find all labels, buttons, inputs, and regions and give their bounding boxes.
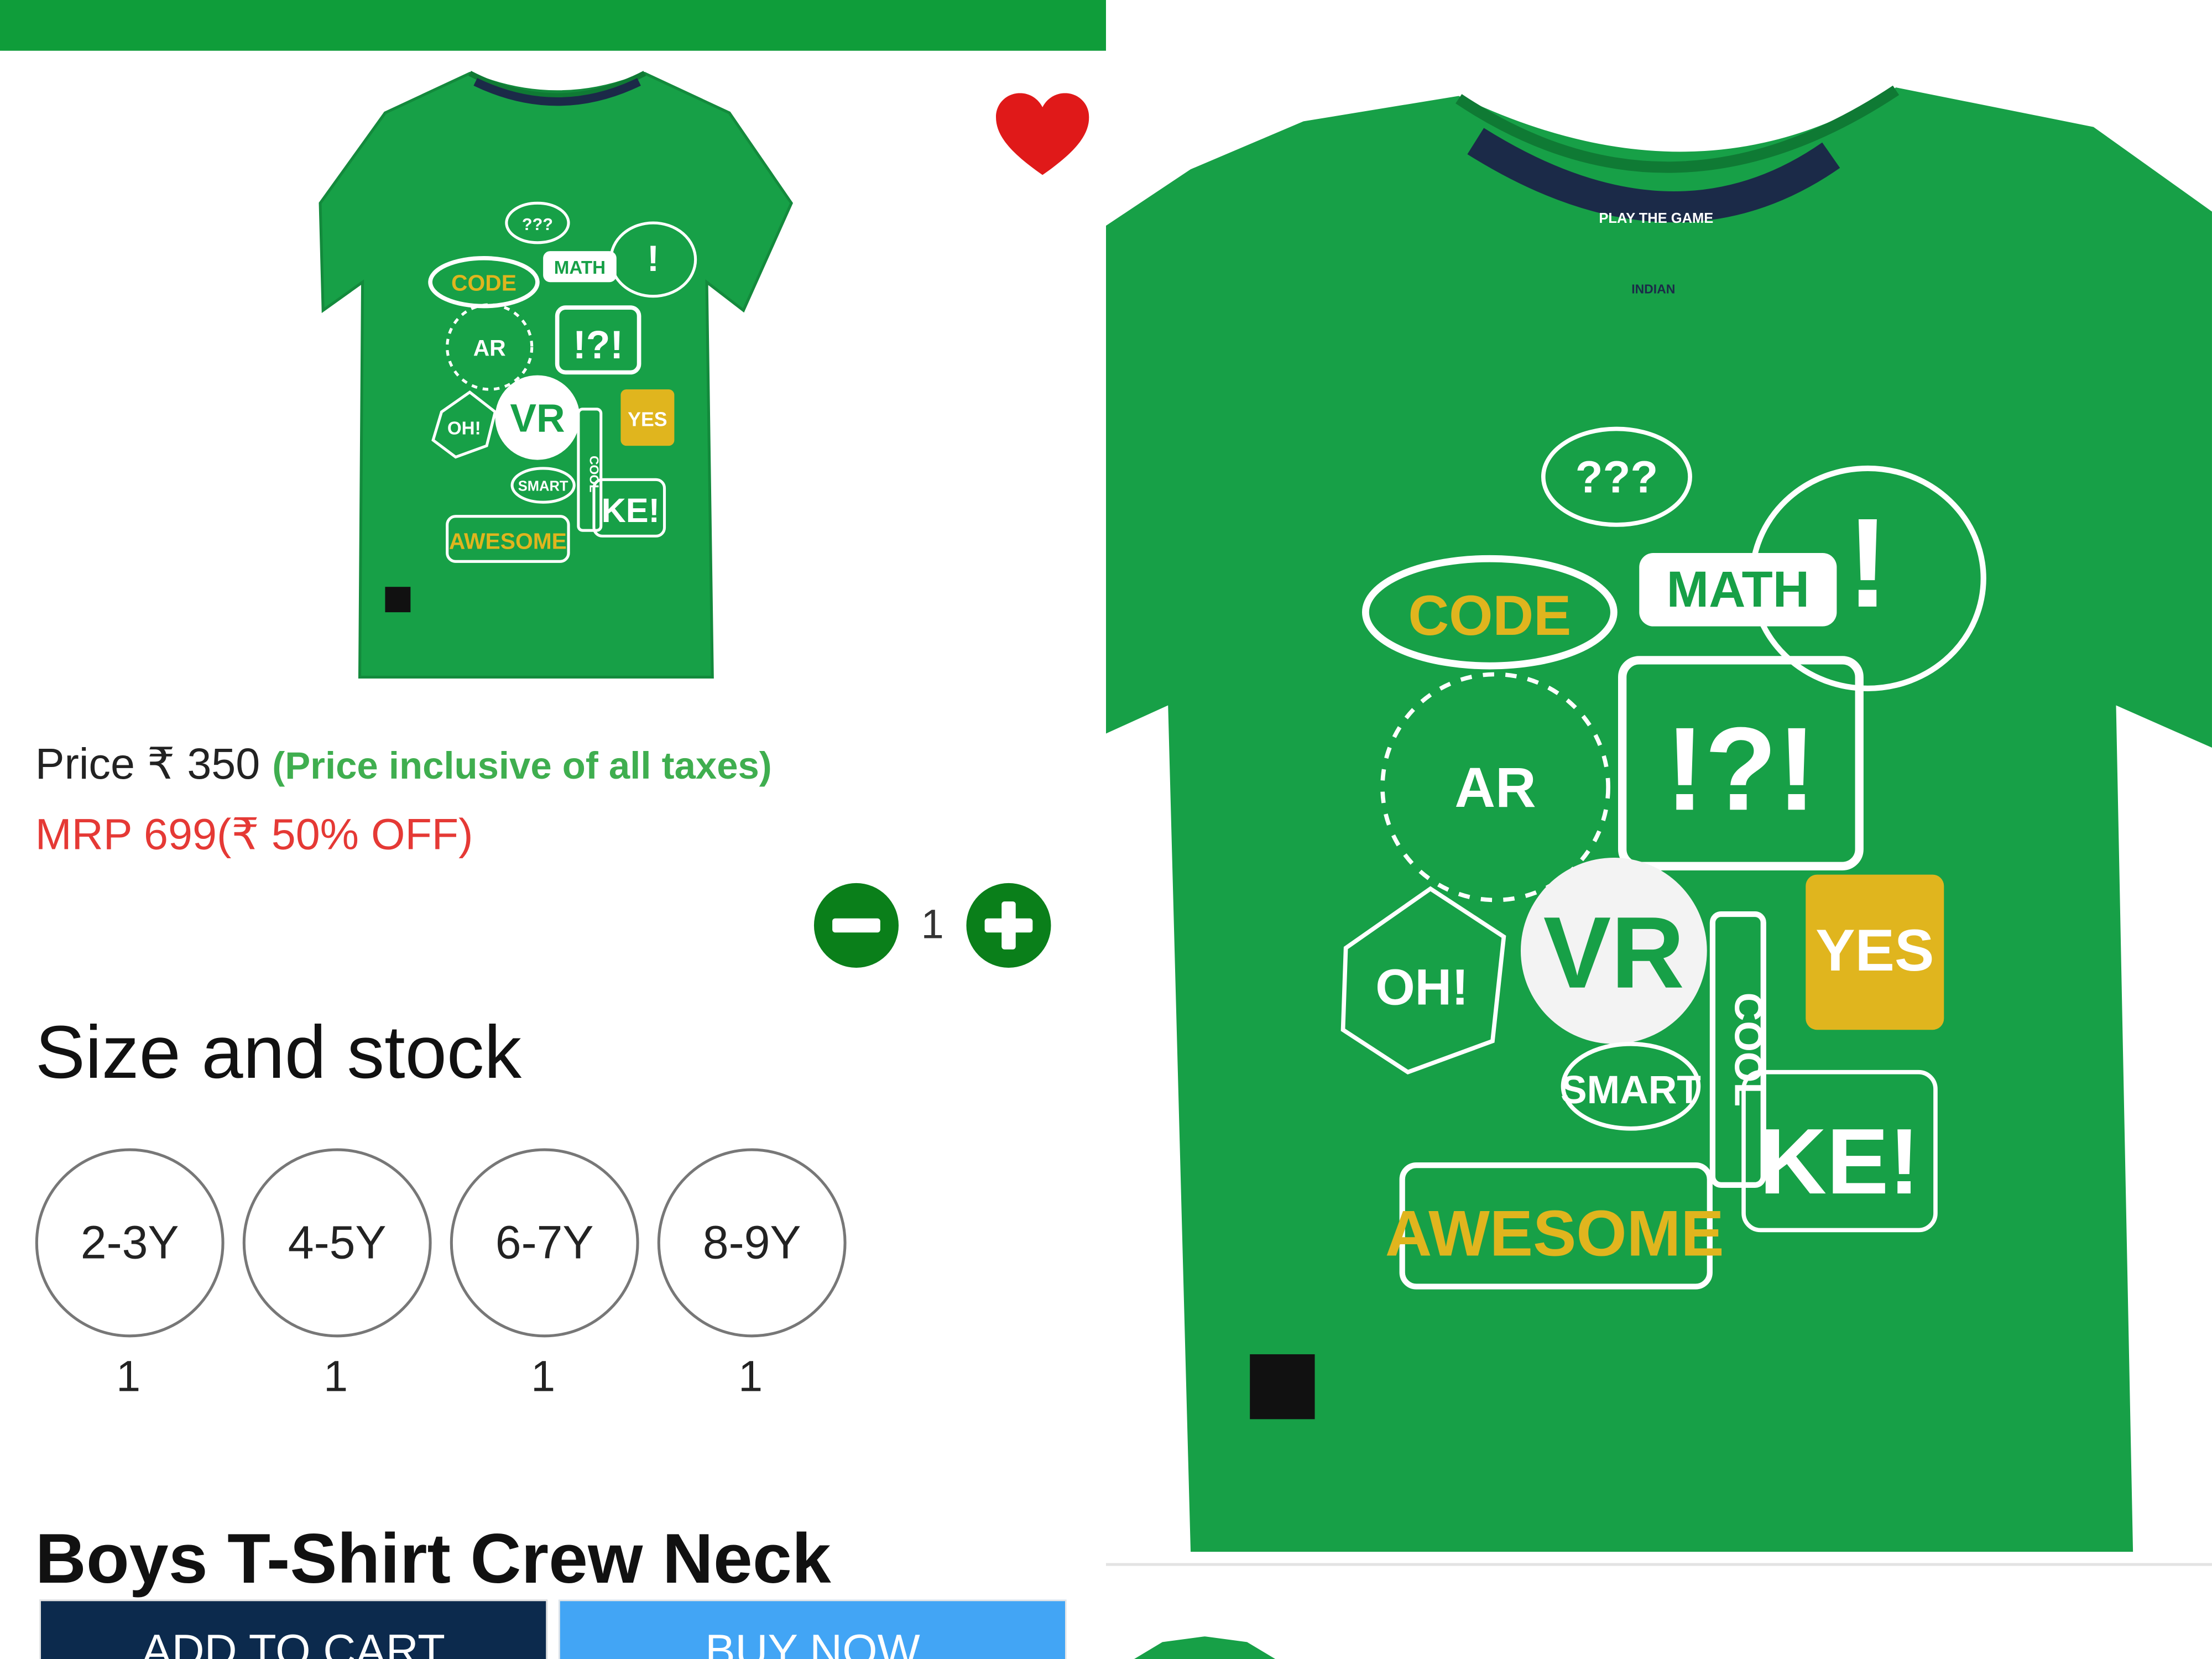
print-word: AWESOME	[449, 528, 567, 554]
print-word: COOL	[1726, 993, 1771, 1107]
print-word: KE!	[1760, 1109, 1920, 1213]
plus-circle-icon[interactable]	[966, 883, 1051, 968]
print-word: MATH	[1667, 561, 1809, 618]
product-detail-panel: ??? CODE MATH ! AR !?! VR YES OH! SMART …	[0, 50, 1106, 1659]
quantity-value: 1	[921, 902, 944, 948]
next-image-thumbnail[interactable]	[1134, 1636, 1276, 1659]
product-screen: ??? CODE MATH ! AR !?! VR YES OH! SMART …	[0, 0, 2212, 1659]
size-and-stock-heading: Size and stock	[35, 1011, 522, 1095]
size-label[interactable]: 6-7Y	[450, 1148, 639, 1338]
product-title: Boys T-Shirt Crew Neck	[35, 1512, 1106, 1605]
size-stock: 1	[738, 1351, 763, 1401]
add-to-cart-button[interactable]: ADD TO CART	[39, 1599, 547, 1659]
print-word: YES	[1815, 917, 1934, 983]
print-word: OH!	[447, 419, 481, 439]
print-word: AR	[473, 335, 506, 361]
size-option[interactable]: 8-9Y 1	[657, 1148, 847, 1402]
print-word: !?!	[1665, 703, 1817, 835]
size-stock: 1	[324, 1351, 348, 1401]
discount-text: 50% OFF)	[271, 810, 473, 859]
product-title-text: Boys T-Shirt Crew Neck	[35, 1519, 831, 1599]
print-word: COOL	[587, 456, 601, 492]
size-stock: 1	[116, 1351, 141, 1401]
price-value: 350	[187, 739, 260, 789]
size-option[interactable]: 2-3Y 1	[35, 1148, 225, 1402]
thumbnail-shirt	[319, 71, 794, 679]
price-row: Price ₹ 350 (Price inclusive of all taxe…	[35, 739, 772, 790]
product-thumbnail-image[interactable]: ??? CODE MATH ! AR !?! VR YES OH! SMART …	[317, 56, 797, 683]
buy-now-label: BUY NOW	[705, 1625, 920, 1659]
size-option[interactable]: 6-7Y 1	[450, 1148, 639, 1402]
print-word: ???	[1575, 452, 1658, 502]
image-divider	[1105, 1563, 2212, 1566]
print-word: KE!	[602, 492, 660, 529]
print-word: VR	[1543, 896, 1684, 1009]
size-option[interactable]: 4-5Y 1	[242, 1148, 432, 1402]
print-word: SMART	[1561, 1068, 1701, 1112]
wishlist-heart-icon[interactable]	[996, 93, 1089, 178]
print-word: VR	[510, 397, 565, 441]
product-large-image[interactable]: ??? CODE MATH ! AR !?! VR YES OH! SMART …	[1105, 0, 2212, 1563]
print-word: !	[1846, 492, 1888, 634]
add-to-cart-label: ADD TO CART	[142, 1625, 446, 1659]
print-word: MATH	[554, 258, 606, 278]
print-word: ???	[522, 215, 553, 234]
mrp-text: MRP 699(	[35, 810, 232, 859]
price-tax-note: (Price inclusive of all taxes)	[272, 744, 772, 787]
rupee-icon: ₹	[231, 810, 259, 859]
collar-text: PLAY THE GAME	[1599, 211, 1713, 226]
mrp-row: MRP 699(₹ 50% OFF)	[35, 810, 473, 860]
price-label: Price	[35, 739, 135, 789]
print-word: !	[647, 238, 659, 279]
rupee-icon: ₹	[147, 739, 175, 789]
print-word: YES	[628, 408, 667, 430]
print-word: AWESOME	[1385, 1197, 1724, 1269]
print-word: SMART	[518, 479, 568, 494]
buy-now-button[interactable]: BUY NOW	[559, 1599, 1067, 1659]
size-label[interactable]: 2-3Y	[35, 1148, 225, 1338]
print-word: CODE	[1408, 584, 1571, 647]
product-image-viewer: ??? CODE MATH ! AR !?! VR YES OH! SMART …	[1105, 0, 2212, 1659]
print-word: OH!	[1375, 959, 1468, 1015]
size-stock: 1	[531, 1351, 556, 1401]
quantity-stepper: 1	[813, 883, 1054, 968]
brand-mark: INDIAN	[1631, 282, 1675, 296]
print-word: CODE	[451, 270, 517, 296]
size-label[interactable]: 4-5Y	[242, 1148, 432, 1338]
large-shirt	[1105, 85, 2212, 1552]
print-word: AR	[1454, 756, 1536, 819]
top-app-bar	[0, 0, 1106, 51]
print-word: !?!	[573, 323, 623, 367]
minus-circle-icon[interactable]	[813, 883, 899, 968]
size-label[interactable]: 8-9Y	[657, 1148, 847, 1338]
